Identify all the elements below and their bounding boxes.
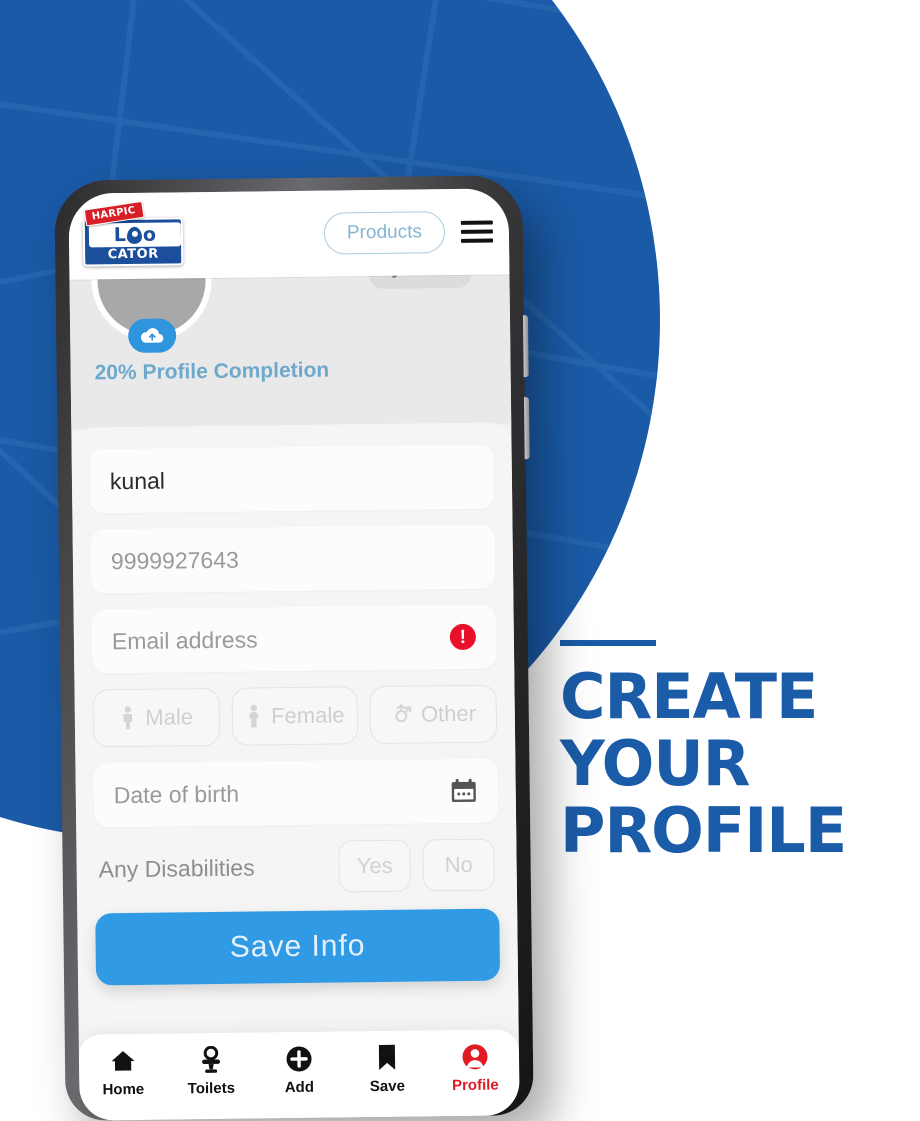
profile-summary-strip: Edit 20% Profile Completion — [69, 219, 512, 430]
nav-item-profile[interactable]: Profile — [431, 1041, 520, 1094]
gender-option-male-label: Male — [145, 704, 194, 730]
gender-option-other-label: Other — [420, 700, 477, 727]
menu-bar-2 — [460, 229, 493, 234]
bottom-navigation: Home Toilets Add Save Profile — [78, 1029, 520, 1121]
phone-mockup: HARPIC Lo CATOR Products 20% Profile Com… — [54, 175, 534, 1121]
error-exclamation-icon: ! — [449, 623, 477, 651]
headline-block: CREATE YOUR PROFILE — [560, 640, 910, 865]
header-spacer — [187, 234, 324, 236]
female-figure-icon — [249, 704, 259, 728]
logo-cator-word: CATOR — [107, 246, 159, 263]
male-figure-icon — [124, 706, 133, 730]
headline-line-2: YOUR — [560, 726, 750, 800]
nav-item-add[interactable]: Add — [255, 1043, 344, 1096]
logo-loo-word: Lo — [88, 222, 182, 248]
calendar-icon[interactable] — [450, 778, 478, 804]
cloud-upload-glyph — [140, 328, 164, 343]
gender-option-male[interactable]: Male — [92, 687, 220, 748]
nav-item-save-label: Save — [369, 1077, 405, 1096]
hamburger-menu-icon[interactable] — [460, 220, 494, 243]
transgender-icon — [395, 703, 412, 723]
cloud-upload-icon[interactable] — [127, 318, 177, 354]
toilet-icon — [198, 1045, 224, 1075]
phone-volume-up-button[interactable] — [522, 315, 529, 378]
disabilities-no-button[interactable]: No — [422, 838, 495, 892]
gender-option-female[interactable]: Female — [231, 686, 359, 746]
menu-bar-1 — [460, 220, 493, 225]
headline-line-1: CREATE — [560, 660, 818, 733]
phone-screen: HARPIC Lo CATOR Products 20% Profile Com… — [68, 188, 520, 1121]
plus-circle-icon — [285, 1044, 313, 1074]
date-of-birth-field[interactable]: Date of birth — [93, 758, 499, 828]
phone-volume-down-button[interactable] — [523, 397, 530, 460]
nav-item-add-label: Add — [284, 1078, 315, 1097]
nav-item-home[interactable]: Home — [79, 1046, 168, 1099]
save-info-button[interactable]: Save Info — [95, 908, 501, 986]
profile-completion-text: 20% Profile Completion — [94, 358, 330, 385]
home-icon — [109, 1046, 137, 1076]
nav-item-save[interactable]: Save — [343, 1042, 432, 1095]
gender-option-female-label: Female — [271, 702, 345, 729]
phone-field-value: 9999927643 — [110, 546, 239, 574]
disabilities-label: Any Disabilities — [98, 853, 255, 882]
gender-option-other[interactable]: Other — [369, 684, 498, 745]
nav-item-home-label: Home — [102, 1080, 145, 1099]
menu-bar-3 — [461, 238, 494, 243]
products-button[interactable]: Products — [323, 211, 446, 255]
logo-map-pin-icon — [126, 226, 143, 245]
headline-rule — [560, 640, 656, 646]
app-logo[interactable]: HARPIC Lo CATOR — [82, 200, 188, 267]
gender-selector: Male Female Other — [92, 684, 498, 748]
profile-form: kunal 9999927643 Email address ! Male Fe… — [71, 422, 519, 1022]
nav-item-profile-label: Profile — [451, 1076, 499, 1095]
name-field[interactable]: kunal — [89, 444, 495, 514]
phone-frame: HARPIC Lo CATOR Products 20% Profile Com… — [54, 175, 534, 1121]
disabilities-yes-button[interactable]: Yes — [338, 839, 411, 893]
nav-item-toilets-label: Toilets — [187, 1079, 236, 1098]
phone-field[interactable]: 9999927643 — [90, 524, 496, 594]
nav-item-toilets[interactable]: Toilets — [167, 1045, 256, 1098]
email-field[interactable]: Email address ! — [91, 604, 497, 674]
email-field-placeholder: Email address — [111, 625, 258, 654]
user-avatar-icon — [461, 1042, 489, 1072]
date-of-birth-placeholder: Date of birth — [113, 780, 240, 808]
headline-line-3: PROFILE — [560, 793, 847, 867]
bookmark-icon — [376, 1043, 398, 1073]
disabilities-row: Any Disabilities Yes No — [94, 838, 499, 896]
app-header: HARPIC Lo CATOR Products — [68, 188, 510, 280]
name-field-value: kunal — [109, 467, 166, 494]
